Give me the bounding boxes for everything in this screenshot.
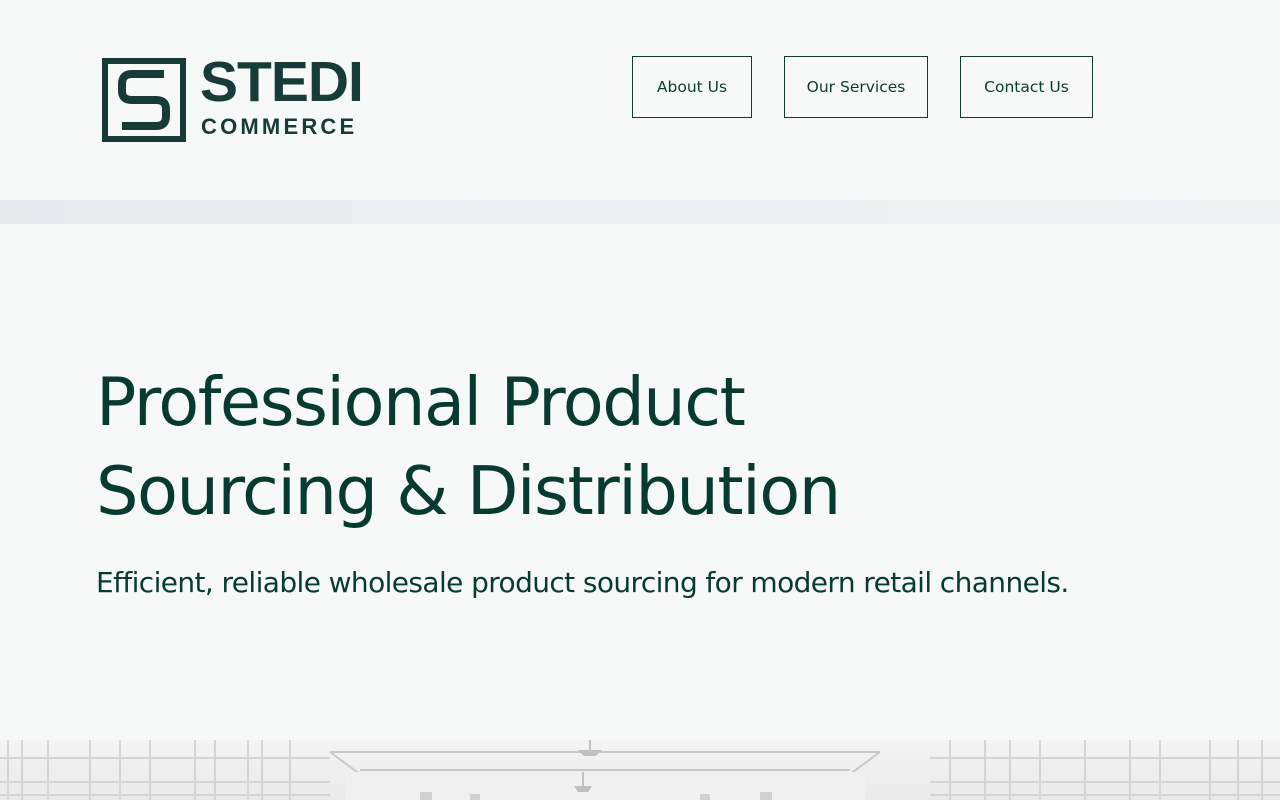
warehouse-image (0, 740, 1280, 800)
hero-title: Professional Product Sourcing & Distribu… (96, 358, 996, 536)
warehouse-photo-graphic (0, 740, 1280, 800)
hero-title-line-2: Sourcing & Distribution (96, 452, 841, 530)
nav-our-services-button[interactable]: Our Services (784, 56, 928, 118)
nav-about-us-button[interactable]: About Us (632, 56, 752, 118)
page: STEDI COMMERCE About Us Our Services Con… (0, 0, 1280, 800)
brand-name: STEDI (200, 50, 364, 114)
brand-logo[interactable]: STEDI COMMERCE (102, 52, 377, 144)
nav-contact-us-button[interactable]: Contact Us (960, 56, 1093, 118)
header-divider-band (0, 200, 1280, 224)
logo-mark-icon (102, 58, 186, 142)
site-header: STEDI COMMERCE About Us Our Services Con… (0, 0, 1280, 200)
brand-subname: COMMERCE (201, 114, 358, 139)
hero-subtitle: Efficient, reliable wholesale product so… (96, 566, 1069, 599)
hero-title-line-1: Professional Product (96, 363, 746, 441)
